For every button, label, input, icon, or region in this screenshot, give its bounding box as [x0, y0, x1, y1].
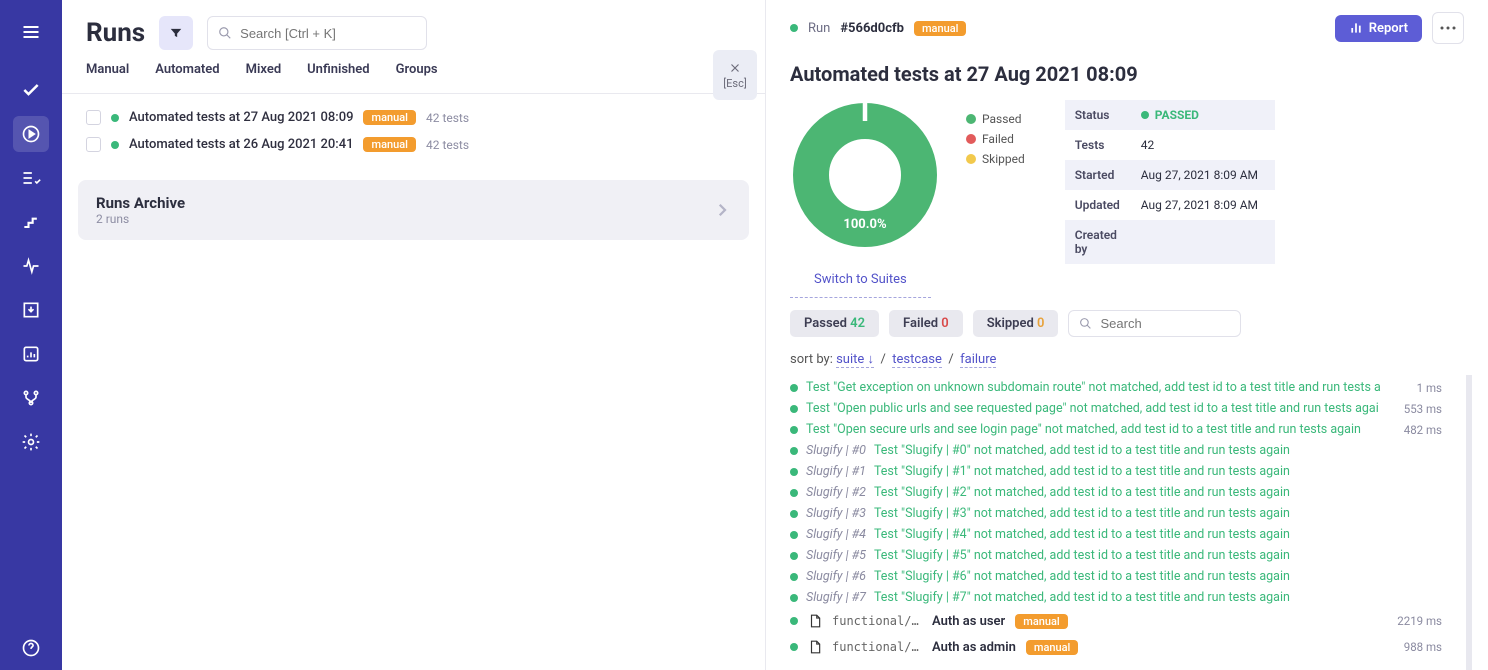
- status-dot: [111, 141, 119, 149]
- status-dot: [790, 643, 798, 651]
- status-dot: [790, 573, 798, 581]
- test-row[interactable]: Slugify | #1 Test "Slugify | #1" not mat…: [790, 461, 1442, 482]
- analytics-icon[interactable]: [13, 336, 49, 372]
- status-dot: [790, 426, 798, 434]
- pill-passed[interactable]: Passed 42: [790, 310, 879, 337]
- test-row[interactable]: Test "Open secure urls and see login pag…: [790, 419, 1442, 440]
- manual-badge: manual: [914, 21, 967, 36]
- test-row[interactable]: Slugify | #7 Test "Slugify | #7" not mat…: [790, 587, 1442, 608]
- menu-icon[interactable]: [13, 14, 49, 50]
- runs-tabs: Manual Automated Mixed Unfinished Groups: [62, 62, 765, 94]
- chevron-right-icon: [713, 201, 731, 219]
- status-dot: [790, 468, 798, 476]
- status-dot: [790, 531, 798, 539]
- search-icon: [218, 26, 232, 40]
- sort-suite[interactable]: suite ↓: [836, 352, 874, 368]
- pulse-icon[interactable]: [13, 248, 49, 284]
- help-icon[interactable]: [13, 630, 49, 666]
- status-dot: [111, 114, 119, 122]
- pill-skipped[interactable]: Skipped 0: [973, 310, 1059, 337]
- status-dot: [790, 617, 798, 625]
- sort-controls: sort by: suite ↓ / testcase / failure: [766, 347, 1488, 375]
- status-dot: [790, 24, 798, 32]
- status-dot: [790, 510, 798, 518]
- report-button[interactable]: Report: [1335, 15, 1422, 42]
- sort-failure[interactable]: failure: [960, 352, 996, 368]
- close-icon: [728, 61, 742, 75]
- checkbox[interactable]: [86, 137, 101, 152]
- switch-to-suites-link[interactable]: Switch to Suites: [790, 272, 931, 298]
- status-dot: [790, 489, 798, 497]
- checkbox[interactable]: [86, 110, 101, 125]
- pill-failed[interactable]: Failed 0: [889, 310, 963, 337]
- filter-button[interactable]: [159, 16, 193, 50]
- status-dot: [790, 552, 798, 560]
- status-dot: [790, 447, 798, 455]
- manual-badge: manual: [1026, 640, 1079, 655]
- status-dot: [790, 405, 798, 413]
- run-row[interactable]: Automated tests at 26 Aug 2021 20:41 man…: [62, 131, 765, 158]
- file-row[interactable]: functional/… Auth as admin manual 988 ms: [790, 634, 1442, 660]
- test-row[interactable]: Slugify | #2 Test "Slugify | #2" not mat…: [790, 482, 1442, 503]
- stairs-icon[interactable]: [13, 204, 49, 240]
- tab-manual[interactable]: Manual: [86, 62, 129, 79]
- dots-icon: [1440, 26, 1456, 30]
- page-title: Runs: [86, 18, 145, 48]
- results-donut: 100.0%: [790, 100, 940, 250]
- check-icon[interactable]: [13, 72, 49, 108]
- test-row[interactable]: Slugify | #6 Test "Slugify | #6" not mat…: [790, 566, 1442, 587]
- donut-legend: Passed Failed Skipped: [966, 100, 1025, 264]
- more-button[interactable]: [1432, 12, 1464, 44]
- chart-icon: [1349, 21, 1363, 35]
- run-heading: Automated tests at 27 Aug 2021 08:09: [766, 56, 1488, 96]
- tab-automated[interactable]: Automated: [155, 62, 219, 79]
- run-id: #566d0cfb: [840, 21, 904, 36]
- file-icon: [808, 639, 822, 655]
- results-search[interactable]: [1068, 310, 1241, 337]
- file-icon: [808, 613, 822, 629]
- test-row[interactable]: Test "Get exception on unknown subdomain…: [790, 377, 1442, 398]
- manual-badge: manual: [363, 110, 416, 125]
- tab-unfinished[interactable]: Unfinished: [307, 62, 369, 79]
- search-input[interactable]: [207, 16, 427, 50]
- gear-icon[interactable]: [13, 424, 49, 460]
- nav-sidebar: [0, 0, 62, 670]
- manual-badge: manual: [363, 137, 416, 152]
- runs-panel: Runs Manual Automated Mixed Unfinished G…: [62, 0, 766, 670]
- status-dot: [790, 384, 798, 392]
- tab-groups[interactable]: Groups: [396, 62, 438, 79]
- tab-mixed[interactable]: Mixed: [246, 62, 282, 79]
- test-row[interactable]: Slugify | #0 Test "Slugify | #0" not mat…: [790, 440, 1442, 461]
- runs-archive[interactable]: Runs Archive 2 runs: [78, 180, 749, 240]
- test-row[interactable]: Test "Open public urls and see requested…: [790, 398, 1442, 419]
- import-icon[interactable]: [13, 292, 49, 328]
- runs-icon[interactable]: [13, 116, 49, 152]
- close-pane-button[interactable]: [Esc]: [713, 50, 757, 100]
- test-row[interactable]: Slugify | #3 Test "Slugify | #3" not mat…: [790, 503, 1442, 524]
- file-row[interactable]: functional/… Auth as user manual 2219 ms: [790, 608, 1442, 634]
- test-row[interactable]: Slugify | #5 Test "Slugify | #5" not mat…: [790, 545, 1442, 566]
- test-row[interactable]: Slugify | #4 Test "Slugify | #4" not mat…: [790, 524, 1442, 545]
- run-row[interactable]: Automated tests at 27 Aug 2021 08:09 man…: [62, 104, 765, 131]
- search-icon: [1079, 317, 1092, 330]
- run-info-table: StatusPASSED Tests42 StartedAug 27, 2021…: [1065, 100, 1275, 264]
- list-check-icon[interactable]: [13, 160, 49, 196]
- sort-testcase[interactable]: testcase: [892, 352, 942, 368]
- branch-icon[interactable]: [13, 380, 49, 416]
- manual-badge: manual: [1015, 614, 1068, 629]
- run-detail-panel: Run #566d0cfb manual Report Automated te…: [766, 0, 1488, 670]
- status-dot: [790, 594, 798, 602]
